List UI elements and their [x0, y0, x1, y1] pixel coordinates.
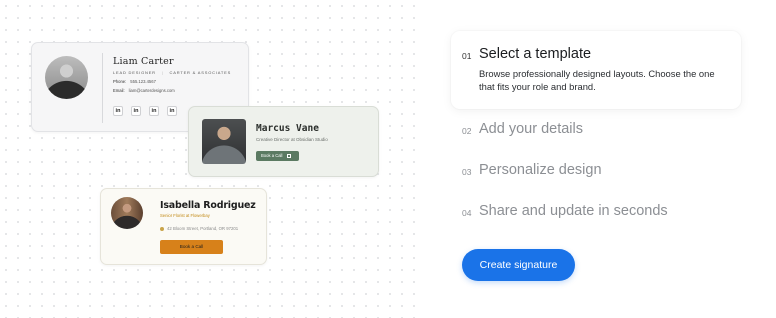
signature-template-isabella[interactable]: Isabella Rodriguez Senior Florist at Flo… [100, 188, 267, 265]
email-line: Email: liam@carterdesigns.com [113, 88, 175, 93]
book-call-button: Book a Call [256, 151, 299, 161]
signature-title: Senior Florist at Flowerbay [160, 213, 210, 218]
email-value: liam@carterdesigns.com [128, 88, 175, 93]
address-line: 42 Bloom Street, Portland, OR 97201 [160, 226, 238, 231]
signature-title: Creative Director at Obsidian Studio [256, 137, 328, 142]
step-number: 03 [462, 167, 472, 177]
location-pin-icon [160, 226, 164, 231]
signature-name: Liam Carter [113, 56, 174, 67]
divider [102, 53, 103, 123]
email-label: Email: [113, 88, 125, 93]
company-name: CARTER & ASSOCIATES [169, 70, 232, 75]
phone-line: Phone: 555.123.4567 [113, 79, 156, 84]
avatar [202, 119, 246, 164]
step-title-select-template[interactable]: Select a template [479, 46, 591, 62]
step-description: Browse professionally designed layouts. … [479, 68, 715, 92]
address-value: 42 Bloom Street, Portland, OR 97201 [167, 226, 239, 231]
avatar [45, 56, 88, 99]
step-title-personalize[interactable]: Personalize design [479, 162, 602, 178]
step-number: 02 [462, 126, 472, 136]
step-title-add-details[interactable]: Add your details [479, 121, 583, 137]
signature-title: LEAD DESIGNER | CARTER & ASSOCIATES [113, 70, 231, 75]
phone-label: Phone: [113, 79, 127, 84]
signature-name: Isabella Rodriguez [160, 200, 256, 211]
step-title-share[interactable]: Share and update in seconds [479, 203, 668, 219]
job-title: LEAD DESIGNER [113, 70, 156, 75]
avatar [111, 197, 143, 229]
create-signature-button[interactable]: Create signature [462, 249, 575, 281]
calendar-icon [286, 153, 291, 158]
signature-template-marcus[interactable]: Marcus Vane Creative Director at Obsidia… [188, 106, 379, 177]
linkedin-icon: in [149, 106, 159, 116]
book-call-label: Book a Call [261, 153, 283, 158]
linkedin-icon: in [167, 106, 177, 116]
phone-value: 555.123.4567 [130, 79, 156, 84]
linkedin-icon: in [113, 106, 123, 116]
book-call-button: Book a Call [160, 240, 223, 254]
linkedin-icon: in [131, 106, 141, 116]
separator: | [161, 70, 164, 75]
signature-name: Marcus Vane [256, 123, 319, 134]
step-number: 01 [462, 51, 472, 61]
step-number: 04 [462, 208, 472, 218]
